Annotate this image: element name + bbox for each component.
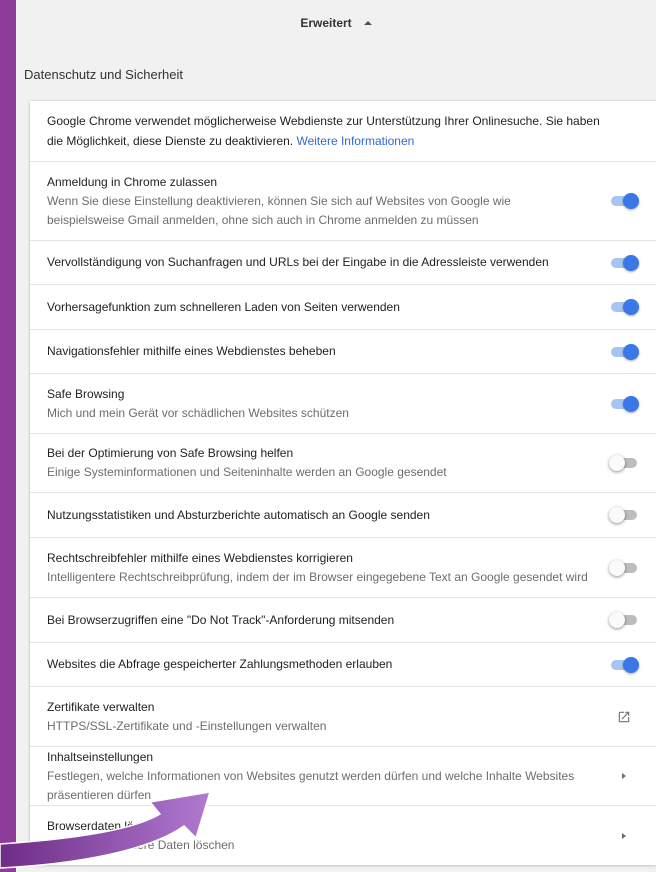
navigation-errors-toggle[interactable]	[609, 343, 639, 360]
setting-label: Browserdaten löschen	[47, 818, 166, 833]
setting-row-payment-methods[interactable]: Websites die Abfrage gespeicherter Zahlu…	[30, 642, 656, 686]
setting-label: Zertifikate verwalten	[47, 699, 155, 714]
setting-row-usage-stats[interactable]: Nutzungsstatistiken und Absturzberichte …	[30, 492, 656, 537]
advanced-label: Erweitert	[300, 16, 352, 30]
setting-row-prediction[interactable]: Vorhersagefunktion zum schnelleren Laden…	[30, 284, 656, 329]
safe-browsing-toggle[interactable]	[609, 395, 639, 412]
content-settings-open[interactable]	[609, 773, 639, 779]
setting-label: Vorhersagefunktion zum schnelleren Laden…	[47, 299, 400, 314]
external-link-icon	[618, 711, 630, 722]
setting-row-certificates[interactable]: Zertifikate verwalten HTTPS/SSL-Zertifik…	[30, 686, 656, 746]
setting-label: Bei der Optimierung von Safe Browsing he…	[47, 446, 294, 460]
setting-label: Navigationsfehler mithilfe eines Webdien…	[47, 344, 336, 358]
setting-label: Anmeldung in Chrome zulassen	[47, 174, 218, 189]
setting-label: Inhaltseinstellungen	[47, 749, 154, 764]
privacy-card: Google Chrome verwendet möglicherweise W…	[30, 101, 656, 865]
chevron-right-icon	[622, 773, 626, 779]
setting-row-chrome-signin[interactable]: Anmeldung in Chrome zulassen Wenn Sie di…	[30, 161, 656, 240]
setting-row-navigation-errors[interactable]: Navigationsfehler mithilfe eines Webdien…	[30, 329, 656, 373]
setting-row-safe-browsing-help[interactable]: Bei der Optimierung von Safe Browsing he…	[30, 433, 656, 492]
setting-row-autocomplete[interactable]: Vervollständigung von Suchanfragen und U…	[30, 240, 656, 284]
chrome-signin-toggle[interactable]	[609, 193, 639, 209]
setting-description: Mich und mein Gerät vor schädlichen Webs…	[47, 405, 349, 420]
payment-methods-toggle[interactable]	[609, 656, 639, 673]
setting-description: Intelligentere Rechtschreibprüfung, inde…	[47, 569, 588, 584]
setting-row-clear-browsing-data[interactable]: Browserdaten löschen Cookies und andere …	[30, 805, 656, 865]
setting-label: Websites die Abfrage gespeicherter Zahlu…	[47, 657, 393, 671]
intro-row: Google Chrome verwendet möglicherweise W…	[30, 101, 656, 161]
setting-row-safe-browsing[interactable]: Safe Browsing Mich und mein Gerät vor sc…	[30, 373, 656, 433]
setting-row-spellcheck[interactable]: Rechtschreibfehler mithilfe eines Webdie…	[30, 537, 656, 597]
certificates-open-button[interactable]	[609, 710, 639, 724]
setting-row-content-settings[interactable]: Inhaltseinstellungen Festlegen, welche I…	[30, 746, 656, 805]
setting-label: Safe Browsing	[47, 386, 125, 401]
setting-label: Vervollständigung von Suchanfragen und U…	[47, 255, 549, 269]
section-title: Datenschutz und Sicherheit	[24, 67, 183, 82]
setting-description: HTTPS/SSL-Zertifikate und -Einstellungen…	[47, 718, 327, 733]
intro-text: Google Chrome verwendet möglicherweise W…	[47, 111, 639, 151]
do-not-track-toggle[interactable]	[609, 612, 639, 628]
setting-label: Rechtschreibfehler mithilfe eines Webdie…	[47, 550, 353, 565]
setting-label: Nutzungsstatistiken und Absturzberichte …	[47, 507, 430, 522]
advanced-toggle[interactable]: Erweitert	[16, 12, 656, 34]
clear-browsing-data-open[interactable]	[609, 832, 639, 839]
setting-description: Cookies und andere Daten löschen	[47, 837, 235, 852]
prediction-toggle[interactable]	[609, 299, 639, 315]
setting-description: Festlegen, welche Informationen von Webs…	[47, 768, 575, 802]
learn-more-link[interactable]: Weitere Informationen	[296, 134, 414, 148]
autocomplete-toggle[interactable]	[609, 254, 639, 271]
setting-label: Bei Browserzugriffen eine "Do Not Track"…	[47, 612, 395, 627]
setting-description: Wenn Sie diese Einstellung deaktivieren,…	[47, 193, 511, 227]
usage-stats-toggle[interactable]	[609, 507, 639, 523]
safe-browsing-help-toggle[interactable]	[609, 455, 639, 471]
settings-page: Erweitert Datenschutz und Sicherheit Goo…	[16, 0, 656, 872]
setting-description: Einige Systeminformationen und Seiteninh…	[47, 465, 447, 479]
spellcheck-toggle[interactable]	[609, 559, 639, 576]
caret-up-icon	[363, 21, 372, 25]
setting-row-do-not-track[interactable]: Bei Browserzugriffen eine "Do Not Track"…	[30, 597, 656, 642]
chevron-right-icon	[622, 832, 626, 839]
